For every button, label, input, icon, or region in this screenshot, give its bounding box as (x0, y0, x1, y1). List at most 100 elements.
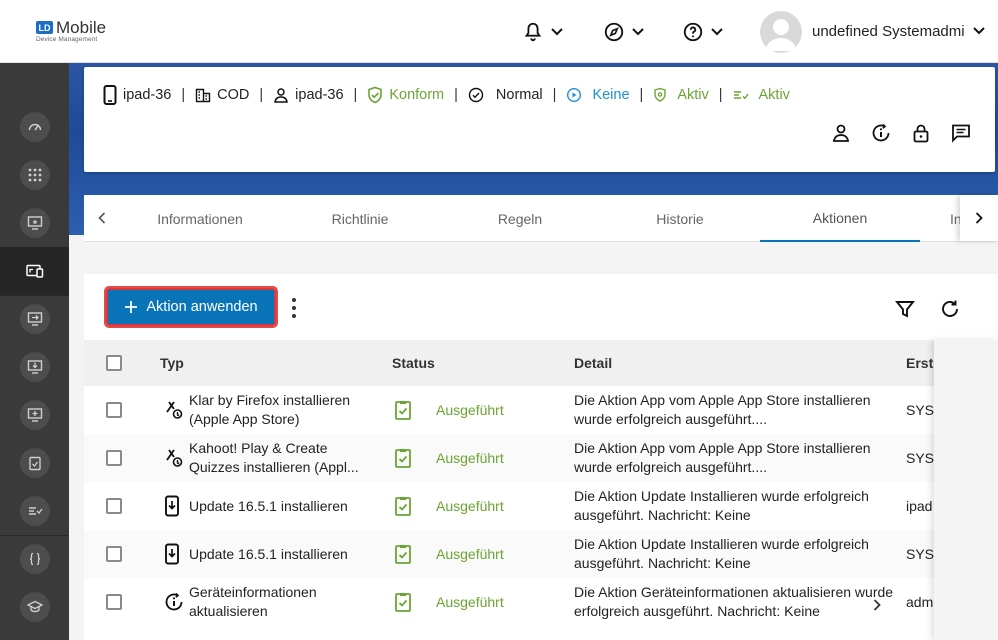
apply-action-button[interactable]: Aktion anwenden (104, 286, 278, 328)
bell-icon (524, 22, 542, 42)
table-row[interactable]: Geräteinformationen aktualisieren Ausgef… (84, 578, 998, 626)
tab-richtlinie[interactable]: Richtlinie (280, 195, 440, 242)
status-clipboard-icon (394, 482, 412, 530)
app-logo[interactable]: LD Mobile Device Management (36, 18, 107, 43)
tabs-scroll-left[interactable] (84, 195, 120, 241)
device-actions (831, 123, 971, 143)
row-checkbox[interactable] (106, 386, 122, 434)
app-install-icon (164, 434, 184, 482)
user-avatar-icon (765, 19, 797, 51)
row-actions-column (934, 340, 998, 640)
row-checkbox[interactable] (106, 482, 122, 530)
column-header-creator[interactable]: Erste (906, 340, 934, 386)
tab-informationen[interactable]: Informationen (120, 195, 280, 242)
sidebar-item-apps[interactable] (0, 151, 69, 199)
column-header-detail[interactable]: Detail (574, 340, 612, 386)
sidebar-item-dashboard[interactable] (0, 103, 69, 151)
sidebar-item-compliance[interactable] (0, 439, 69, 487)
more-options-button[interactable] (288, 298, 300, 318)
clipboard-check-icon (28, 456, 41, 471)
row-status: Ausgeführt (436, 546, 504, 562)
sidebar-item-rules[interactable] (0, 487, 69, 535)
filter-icon (895, 301, 915, 318)
device-security: Aktiv (653, 87, 709, 103)
person-icon (832, 124, 850, 142)
refresh-button[interactable] (939, 298, 961, 320)
column-header-status[interactable]: Status (392, 340, 435, 386)
select-all-checkbox[interactable] (106, 340, 122, 386)
devices-icon (25, 264, 43, 278)
info-refresh-icon (164, 578, 184, 626)
lock-device-button[interactable] (911, 123, 931, 143)
table-row[interactable]: Update 16.5.1 installieren Ausgeführt Di… (84, 530, 998, 578)
send-message-button[interactable] (951, 123, 971, 143)
row-checkbox[interactable] (106, 530, 122, 578)
row-checkbox[interactable] (106, 578, 122, 626)
device-compliance: Konform (367, 86, 444, 104)
refresh-icon (942, 300, 958, 317)
row-creator: SYSTEM (906, 546, 934, 562)
row-expand-button[interactable] (862, 590, 892, 620)
device-name: ipad-36 (103, 85, 171, 105)
message-icon (952, 124, 970, 143)
sidebar (0, 63, 69, 640)
row-creator: admin (906, 594, 934, 610)
assign-user-button[interactable] (831, 123, 851, 143)
status-clipboard-icon (394, 434, 412, 482)
avatar[interactable] (760, 11, 802, 53)
chevron-down-icon (711, 28, 723, 36)
logo-text: Mobile (56, 18, 107, 37)
monitor-arrow-icon (27, 312, 42, 326)
info-refresh-icon (872, 123, 890, 142)
chevron-right-icon (873, 599, 881, 611)
device-summary-card: ipad-36 | COD | ipad-36 | Konform | Norm… (84, 67, 995, 172)
table-row[interactable]: Update 16.5.1 installieren Ausgeführt Di… (84, 482, 998, 530)
logo-badge: LD (36, 21, 53, 34)
sidebar-item-scripts[interactable] (0, 535, 69, 583)
lock-icon (913, 124, 929, 143)
person-icon (274, 88, 289, 103)
device-mode: Normal (468, 87, 543, 103)
device-ownership: COD (195, 87, 249, 103)
row-type: Update 16.5.1 installieren (189, 497, 348, 514)
device-update-icon (164, 482, 180, 530)
tab-aktionen[interactable]: Aktionen (760, 195, 920, 242)
device-info-row: ipad-36 | COD | ipad-36 | Konform | Norm… (103, 85, 790, 105)
tab-regeln[interactable]: Regeln (440, 195, 600, 242)
help-button[interactable] (682, 19, 724, 45)
sidebar-item-store[interactable] (0, 199, 69, 247)
explore-button[interactable] (603, 19, 645, 45)
sidebar-item-education[interactable] (0, 583, 69, 631)
chevron-down-icon[interactable] (972, 24, 986, 38)
sidebar-item-deploy[interactable] (0, 343, 69, 391)
chevron-down-icon (632, 28, 644, 36)
sidebar-item-add-device[interactable] (0, 391, 69, 439)
table-row[interactable]: Klar by Firefox installieren (Apple App … (84, 386, 998, 434)
filter-button[interactable] (894, 298, 916, 320)
sidebar-item-devices[interactable] (0, 247, 69, 295)
row-type: Update 16.5.1 installieren (189, 545, 348, 562)
row-type: Kahoot! Play & Create Quizzes installier… (189, 440, 359, 475)
notifications-button[interactable] (522, 19, 564, 45)
user-name[interactable]: undefined Systemadmi... (812, 23, 964, 40)
app-install-icon (164, 386, 184, 434)
refresh-info-button[interactable] (871, 123, 891, 143)
compass-icon (604, 22, 624, 42)
device-update-icon (164, 530, 180, 578)
row-checkbox[interactable] (106, 434, 122, 482)
tab-historie[interactable]: Historie (600, 195, 760, 242)
tab-partial[interactable]: In (920, 195, 960, 242)
row-status: Ausgeführt (436, 402, 504, 418)
row-detail: Die Aktion App vom Apple App Store insta… (574, 392, 871, 427)
sidebar-item-remote[interactable] (0, 295, 69, 343)
table-row[interactable]: Kahoot! Play & Create Quizzes installier… (84, 434, 998, 482)
device-lost-mode: Keine (566, 87, 630, 103)
plus-icon (125, 301, 138, 313)
list-check-icon (28, 507, 43, 515)
speedometer-icon (28, 123, 41, 131)
building-icon (195, 88, 211, 103)
top-bar: LD Mobile Device Management undefined Sy… (0, 0, 998, 63)
tabs-scroll-right[interactable] (960, 195, 998, 241)
chevron-left-icon (98, 212, 106, 224)
column-header-type[interactable]: Typ (160, 340, 184, 386)
